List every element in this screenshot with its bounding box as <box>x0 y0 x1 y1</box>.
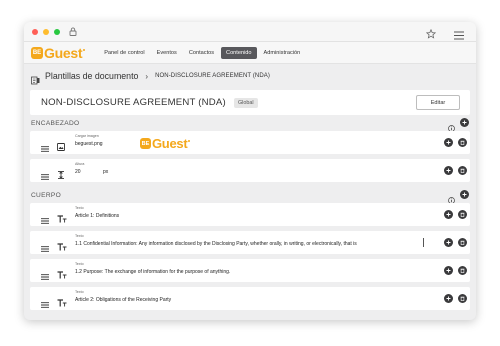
drag-handle-icon[interactable] <box>41 239 49 257</box>
logo-dot <box>83 48 86 51</box>
bookmark-star-icon[interactable] <box>425 26 437 44</box>
field-label: Texto <box>75 262 84 266</box>
drag-handle-icon[interactable] <box>41 295 49 313</box>
document-title: NON-DISCLOSURE AGREEMENT (NDA) <box>41 97 226 108</box>
edit-button[interactable]: Editar <box>416 95 460 110</box>
height-icon <box>57 166 65 184</box>
chevron-right-icon: › <box>145 71 149 81</box>
section-header-cuerpo: CUERPO <box>30 187 470 204</box>
drag-handle-icon[interactable] <box>41 139 49 157</box>
add-section-item-button[interactable] <box>460 118 469 127</box>
add-button[interactable] <box>444 266 453 275</box>
field-label: Altura <box>75 162 85 166</box>
list-item: Texto Article 2: Obligations of the Rece… <box>30 287 470 310</box>
text-icon <box>57 294 67 312</box>
logo-dot <box>188 139 191 142</box>
section-label: ENCABEZADO <box>31 119 80 127</box>
field-label: Cargar imagen <box>75 134 99 138</box>
text-icon <box>57 238 67 256</box>
logo-badge: BE <box>140 138 151 149</box>
logo-text: Guest <box>152 136 188 151</box>
add-button[interactable] <box>444 238 453 247</box>
field-label: Texto <box>75 234 84 238</box>
field-value[interactable]: 1.1 Confidential Information: Any inform… <box>75 241 357 247</box>
list-item: Cargar imagen beguest.png BE Guest <box>30 131 470 154</box>
drag-handle-icon[interactable] <box>41 167 49 185</box>
maximize-window-button[interactable] <box>54 28 60 35</box>
scrollbar[interactable] <box>472 92 475 320</box>
document-template-icon <box>31 72 40 84</box>
image-preview-logo: BE Guest <box>140 136 191 151</box>
scope-badge: Global <box>233 97 258 108</box>
document-header-card: NON-DISCLOSURE AGREEMENT (NDA) Global Ed… <box>30 90 470 115</box>
delete-button[interactable] <box>458 238 467 247</box>
field-value[interactable]: Article 1: Definitions <box>75 213 119 219</box>
list-item: Texto Article 1: Definitions <box>30 203 470 226</box>
field-value[interactable]: 20 <box>75 169 81 175</box>
text-icon <box>57 266 67 284</box>
add-button[interactable] <box>444 138 453 147</box>
delete-button[interactable] <box>458 266 467 275</box>
field-value[interactable]: Article 2: Obligations of the Receiving … <box>75 297 171 303</box>
breadcrumb-section-link[interactable]: Plantillas de documento <box>45 71 138 81</box>
nav-item-events[interactable]: Eventos <box>152 47 182 59</box>
delete-button[interactable] <box>458 138 467 147</box>
list-item: Texto 1.1 Confidential Information: Any … <box>30 231 470 254</box>
field-label: Texto <box>75 206 84 210</box>
image-icon <box>57 138 65 156</box>
beguest-logo[interactable]: BE Guest <box>31 44 86 61</box>
section-label: CUERPO <box>31 191 62 199</box>
browser-window: BE Guest Panel de control Eventos Contac… <box>24 22 476 320</box>
delete-button[interactable] <box>458 210 467 219</box>
section-header-encabezado: ENCABEZADO <box>30 115 470 132</box>
main-content: NON-DISCLOSURE AGREEMENT (NDA) Global Ed… <box>30 90 470 320</box>
add-section-item-button[interactable] <box>460 190 469 199</box>
add-button[interactable] <box>444 210 453 219</box>
lock-icon <box>69 27 77 36</box>
field-label: Texto <box>75 290 84 294</box>
field-value[interactable]: 1.2 Purpose: The exchange of information… <box>75 269 230 275</box>
field-value[interactable]: beguest.png <box>75 141 103 147</box>
close-window-button[interactable] <box>32 28 38 35</box>
field-unit: px <box>103 169 109 175</box>
breadcrumb: Plantillas de documento › NON-DISCLOSURE… <box>24 64 476 88</box>
nav-item-panel[interactable]: Panel de control <box>99 47 149 59</box>
drag-handle-icon[interactable] <box>41 211 49 229</box>
list-item: Texto 1.2 Purpose: The exchange of infor… <box>30 259 470 282</box>
list-item: Altura 20 px <box>30 159 470 182</box>
drag-handle-icon[interactable] <box>41 267 49 285</box>
nav-item-admin[interactable]: Administración <box>259 47 306 59</box>
text-cursor <box>423 238 424 247</box>
nav-item-contacts[interactable]: Contactos <box>184 47 219 59</box>
delete-button[interactable] <box>458 294 467 303</box>
browser-menu-icon[interactable] <box>454 27 464 45</box>
top-navigation: BE Guest Panel de control Eventos Contac… <box>24 42 476 64</box>
nav-item-content[interactable]: Contenido <box>221 46 257 59</box>
minimize-window-button[interactable] <box>43 28 49 35</box>
browser-chrome <box>24 22 476 42</box>
add-button[interactable] <box>444 166 453 175</box>
breadcrumb-current: NON-DISCLOSURE AGREEMENT (NDA) <box>155 73 270 79</box>
add-button[interactable] <box>444 294 453 303</box>
text-icon <box>57 210 67 228</box>
delete-button[interactable] <box>458 166 467 175</box>
logo-badge: BE <box>31 46 43 59</box>
logo-text: Guest <box>44 44 83 61</box>
